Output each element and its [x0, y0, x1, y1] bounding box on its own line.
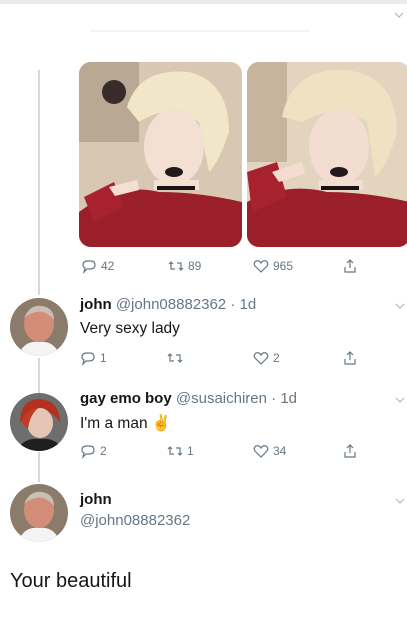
- like-count: 2: [273, 351, 280, 365]
- top-edge: [0, 0, 407, 4]
- reply-actions: 2 1 34: [0, 443, 407, 463]
- like-action[interactable]: 34: [253, 443, 286, 459]
- victory-hand-emoji: ✌: [151, 415, 172, 432]
- share-icon: [344, 259, 356, 273]
- header-divider: [90, 30, 310, 32]
- reply-count: 1: [100, 351, 107, 365]
- author-handle[interactable]: @susaichiren: [176, 390, 267, 407]
- like-action[interactable]: 965: [253, 258, 293, 274]
- retweet-icon: [167, 353, 183, 363]
- reply-text: I'm a man ✌: [80, 414, 171, 433]
- retweet-action[interactable]: 1: [167, 443, 194, 459]
- timestamp[interactable]: · 1d: [230, 296, 256, 313]
- timestamp[interactable]: · 1d: [271, 390, 297, 407]
- reply-icon: [82, 260, 96, 274]
- reply-count: 42: [101, 259, 115, 273]
- like-icon: [253, 445, 269, 458]
- tweet-actions: 42 89 965: [0, 258, 407, 278]
- chevron-down-icon[interactable]: [395, 301, 405, 311]
- reply-action[interactable]: 42: [81, 258, 114, 274]
- chevron-down-icon[interactable]: [394, 10, 404, 20]
- author-name[interactable]: john: [80, 491, 112, 508]
- avatar[interactable]: [10, 484, 68, 542]
- avatar[interactable]: [10, 298, 68, 356]
- reply-icon: [81, 445, 95, 459]
- reply-count: 2: [100, 444, 107, 458]
- reply-action[interactable]: 1: [80, 350, 107, 366]
- retweet-icon: [167, 446, 183, 456]
- retweet-action[interactable]: [167, 350, 187, 366]
- author-handle[interactable]: @john08882362: [116, 296, 226, 313]
- share-icon: [344, 444, 356, 458]
- retweet-action[interactable]: 89: [168, 258, 201, 274]
- retweet-count: 89: [188, 259, 202, 273]
- reply-header: john @john08882362 · 1d: [80, 296, 256, 313]
- reply-icon: [81, 352, 95, 366]
- reply-text: Very sexy lady: [80, 320, 180, 337]
- photo-gap: [242, 62, 246, 247]
- retweet-icon: [168, 261, 184, 271]
- like-icon: [253, 352, 269, 365]
- like-action[interactable]: 2: [253, 350, 280, 366]
- reply-header: gay emo boy @susaichiren · 1d: [80, 390, 297, 407]
- share-action[interactable]: [342, 258, 358, 274]
- author-name[interactable]: gay emo boy: [80, 390, 172, 407]
- avatar-graphic: [10, 298, 68, 356]
- chevron-down-icon[interactable]: [395, 496, 405, 506]
- tweet-photo-1[interactable]: [79, 62, 242, 247]
- like-icon: [253, 260, 269, 273]
- like-count: 965: [273, 259, 294, 273]
- photo-graphic: [247, 62, 407, 247]
- share-icon: [344, 351, 356, 365]
- chevron-down-icon[interactable]: [395, 395, 405, 405]
- tweet-photo-2[interactable]: [247, 62, 407, 247]
- author-name[interactable]: john: [80, 296, 112, 313]
- author-handle[interactable]: @john08882362: [80, 512, 190, 529]
- reply-actions: 1 2: [0, 350, 407, 370]
- avatar-graphic: [10, 484, 68, 542]
- tweet-text: Your beautiful: [10, 570, 132, 592]
- reply-action[interactable]: 2: [80, 443, 107, 459]
- retweet-count: 1: [187, 444, 194, 458]
- share-action[interactable]: [342, 443, 358, 459]
- share-action[interactable]: [342, 350, 358, 366]
- like-count: 34: [273, 444, 287, 458]
- photo-graphic: [79, 62, 242, 247]
- reply-text-body: I'm a man: [80, 415, 148, 432]
